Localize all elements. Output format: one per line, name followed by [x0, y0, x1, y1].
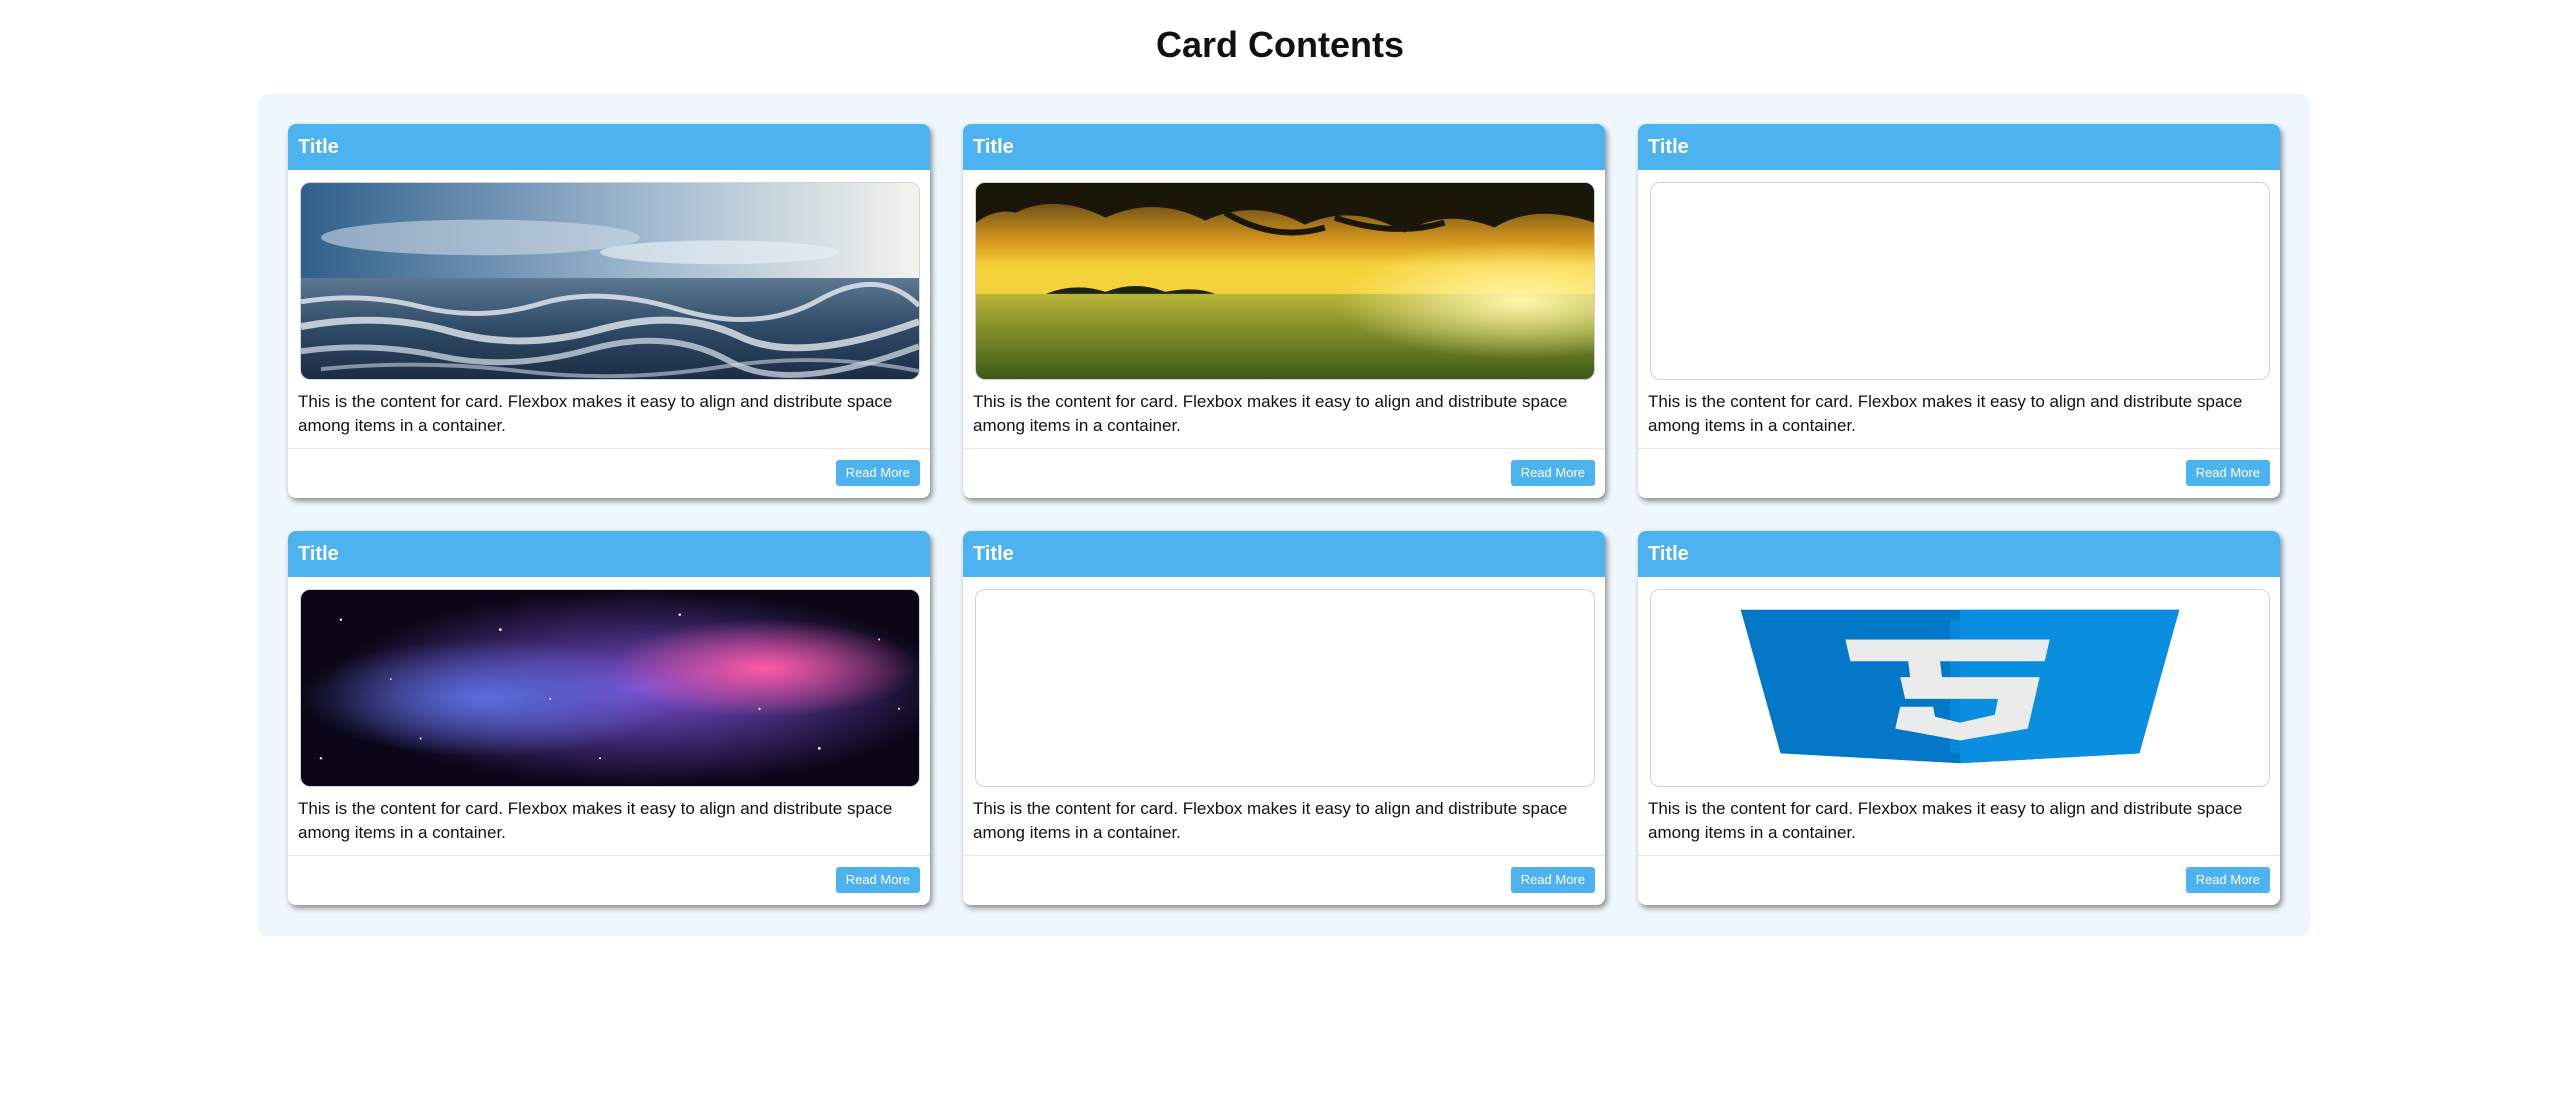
card-title: Title: [963, 124, 1605, 170]
card-title: Title: [1638, 531, 2280, 577]
card: Title This is the content for card. Flex…: [963, 531, 1605, 905]
card-footer: Read More: [1638, 855, 2280, 905]
nebula-image: [300, 589, 920, 787]
sunset-field-image: [975, 182, 1595, 380]
card-content: This is the content for card. Flexbox ma…: [1648, 799, 2243, 842]
ocean-waves-image: [300, 182, 920, 380]
card: Title This is the content for card. Flex…: [288, 531, 930, 905]
read-more-button[interactable]: Read More: [835, 460, 920, 486]
read-more-button[interactable]: Read More: [835, 867, 920, 893]
page-title: Card Contents: [1155, 24, 1404, 65]
card-title: Title: [288, 531, 930, 577]
card-content: This is the content for card. Flexbox ma…: [973, 392, 1568, 435]
read-more-button[interactable]: Read More: [2185, 867, 2270, 893]
card-footer: Read More: [963, 855, 1605, 905]
card-footer: Read More: [963, 448, 1605, 498]
card-title: Title: [1638, 124, 2280, 170]
card-footer: Read More: [288, 448, 930, 498]
read-more-button[interactable]: Read More: [2185, 460, 2270, 486]
card: Title This is the content for card. Flex…: [1638, 531, 2280, 905]
card-footer: Read More: [288, 855, 930, 905]
read-more-button[interactable]: Read More: [1510, 460, 1595, 486]
card: Title This is the content for card. Flex…: [288, 124, 930, 498]
card: Title This is the content for card. Flex…: [1638, 124, 2280, 498]
card-footer: Read More: [1638, 448, 2280, 498]
card-content: This is the content for card. Flexbox ma…: [298, 799, 893, 842]
card-content: This is the content for card. Flexbox ma…: [1648, 392, 2243, 435]
card-title: Title: [288, 124, 930, 170]
empty-image: [975, 589, 1595, 787]
read-more-button[interactable]: Read More: [1510, 867, 1595, 893]
card-title: Title: [963, 531, 1605, 577]
cards-container: Title This is the content for card. Flex…: [258, 94, 2310, 936]
card-content: This is the content for card. Flexbox ma…: [973, 799, 1568, 842]
css3-logo: [1650, 589, 2270, 787]
empty-image: [1650, 182, 2270, 380]
card-content: This is the content for card. Flexbox ma…: [298, 392, 893, 435]
card: Title This is the content for card. Flex…: [963, 124, 1605, 498]
